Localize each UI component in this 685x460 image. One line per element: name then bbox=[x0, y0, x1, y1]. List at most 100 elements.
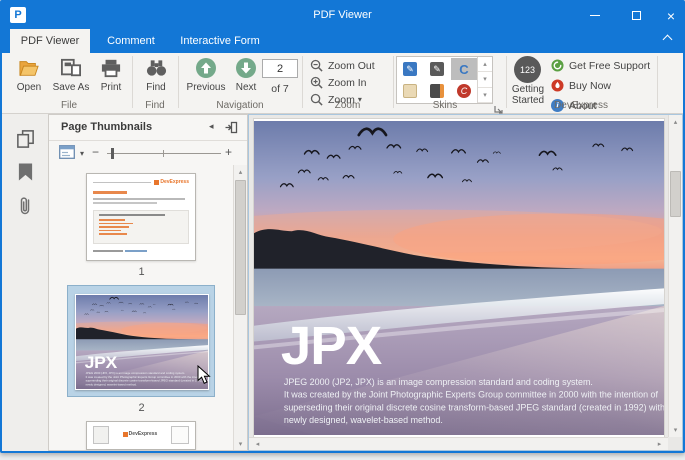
dialog-launcher-icon bbox=[494, 105, 503, 114]
support-icon bbox=[550, 59, 565, 73]
zoom-out-button[interactable]: Zoom Out bbox=[309, 57, 375, 74]
beach-page-image bbox=[254, 121, 664, 435]
page-1-label: 1 bbox=[49, 266, 234, 278]
panel-dock-button[interactable] bbox=[225, 121, 238, 139]
open-button[interactable]: Open bbox=[10, 55, 48, 99]
bookmarks-pane-button[interactable] bbox=[13, 160, 37, 184]
panel-collapse-button[interactable]: ◂ bbox=[209, 121, 214, 132]
group-separator bbox=[657, 56, 658, 108]
collapse-ribbon-button[interactable] bbox=[664, 36, 673, 45]
ribbon: Open Save As Print File Find Find Previo… bbox=[2, 53, 683, 114]
save-as-icon bbox=[60, 56, 82, 80]
scroll-up-icon[interactable]: ▴ bbox=[669, 115, 682, 128]
panel-toolbar: ▾ − + bbox=[49, 141, 247, 165]
close-button[interactable]: × bbox=[655, 2, 685, 29]
previous-button[interactable]: Previous bbox=[182, 55, 230, 99]
panel-scroll-thumb[interactable] bbox=[235, 180, 246, 315]
gallery-down-button[interactable]: ▾ bbox=[478, 72, 492, 87]
document-viewer: ▴ ▾ ◂ ▸ bbox=[248, 114, 683, 451]
tab-pdf-viewer[interactable]: PDF Viewer bbox=[10, 29, 90, 53]
gallery-scroll: ▴ ▾ ▾ bbox=[477, 57, 492, 103]
document-page[interactable] bbox=[253, 118, 665, 438]
gallery-up-button[interactable]: ▴ bbox=[478, 57, 492, 72]
zoom-group-label: Zoom bbox=[302, 100, 393, 111]
viewer-horizontal-scrollbar[interactable]: ◂ ▸ bbox=[249, 437, 668, 450]
skin-selected-icon: C bbox=[459, 62, 468, 77]
page-2-image bbox=[75, 294, 209, 390]
chevron-up-icon bbox=[663, 35, 673, 45]
page1-links-box bbox=[93, 210, 189, 244]
maximize-icon bbox=[632, 11, 641, 20]
skin-option-1[interactable]: ✎ bbox=[397, 58, 423, 80]
options-caret-icon[interactable]: ▾ bbox=[80, 149, 84, 158]
scroll-down-icon[interactable]: ▾ bbox=[234, 437, 247, 450]
skin-cube-icon bbox=[430, 84, 444, 98]
title-bar[interactable]: P PDF Viewer × bbox=[2, 2, 683, 29]
scroll-up-icon[interactable]: ▴ bbox=[234, 165, 247, 178]
tab-interactive-form[interactable]: Interactive Form bbox=[172, 29, 268, 53]
navigation-group-label: Navigation bbox=[178, 100, 302, 111]
page-thumbnails-panel: Page Thumbnails ◂ ▾ − + bbox=[48, 114, 248, 451]
print-button[interactable]: Print bbox=[94, 55, 128, 99]
previous-up-arrow-icon bbox=[195, 56, 217, 80]
skin-option-6[interactable]: C bbox=[451, 80, 477, 102]
thumbnail-zoom-out-button[interactable]: − bbox=[92, 145, 99, 159]
maximize-button[interactable] bbox=[620, 2, 652, 29]
viewer-scroll-thumb[interactable] bbox=[670, 171, 681, 217]
page3-logo: DevExpress bbox=[123, 431, 158, 437]
devexpress-logo-icon bbox=[123, 432, 128, 437]
print-icon bbox=[100, 56, 122, 80]
slider-handle[interactable] bbox=[111, 148, 114, 159]
thumbnail-zoom-in-button[interactable]: + bbox=[225, 145, 232, 159]
options-grid-icon bbox=[59, 145, 75, 159]
getting-started-button[interactable]: 123 bbox=[514, 56, 541, 83]
devexpress-logo-text: DevExpress bbox=[160, 179, 189, 185]
skin-tan-icon bbox=[403, 84, 417, 98]
skin-option-4[interactable] bbox=[397, 80, 423, 102]
viewer-vertical-scrollbar[interactable]: ▴ ▾ bbox=[668, 115, 682, 437]
buy-now-icon bbox=[550, 79, 565, 93]
panel-scrollbar[interactable]: ▴ ▾ bbox=[233, 165, 247, 450]
navigation-pane-strip bbox=[2, 114, 48, 451]
skin-option-2[interactable]: ✎ bbox=[424, 58, 450, 80]
skin-dark-icon: ✎ bbox=[430, 62, 444, 76]
minimize-button[interactable] bbox=[579, 2, 611, 29]
buy-now-button[interactable]: Buy Now bbox=[550, 77, 611, 94]
body-area: Page Thumbnails ◂ ▾ − + bbox=[2, 114, 683, 451]
panel-header: Page Thumbnails ◂ bbox=[49, 115, 247, 141]
binoculars-icon bbox=[145, 56, 168, 80]
skin-option-5[interactable] bbox=[424, 80, 450, 102]
ribbon-tab-row: PDF Viewer Comment Interactive Form bbox=[2, 29, 683, 53]
open-folder-icon bbox=[18, 56, 40, 80]
thumbnail-page-2-selected[interactable] bbox=[67, 285, 215, 397]
thumbnail-page-3[interactable]: DevExpress bbox=[86, 421, 196, 450]
thumbnail-options-button[interactable] bbox=[59, 145, 75, 164]
minimize-icon bbox=[590, 15, 600, 17]
zoom-out-icon bbox=[309, 59, 324, 73]
save-as-button[interactable]: Save As bbox=[50, 55, 92, 99]
thumbnail-list: DevExpress bbox=[49, 165, 234, 450]
dock-icon bbox=[225, 121, 238, 134]
page-thumbnails-pane-button[interactable] bbox=[13, 126, 37, 150]
page-count-label: of 7 bbox=[256, 83, 304, 95]
scroll-left-icon[interactable]: ◂ bbox=[251, 438, 264, 451]
close-icon: × bbox=[667, 9, 675, 23]
devexpress-logo-icon bbox=[154, 180, 159, 185]
page-number-input[interactable] bbox=[262, 59, 298, 78]
find-group-label: Find bbox=[132, 100, 178, 111]
thumbnail-size-slider[interactable] bbox=[107, 153, 221, 154]
get-free-support-button[interactable]: Get Free Support bbox=[550, 57, 650, 74]
tab-comment[interactable]: Comment bbox=[98, 29, 164, 53]
thumbnail-page-1[interactable]: DevExpress bbox=[86, 173, 196, 261]
zoom-in-button[interactable]: Zoom In bbox=[309, 74, 367, 91]
devexpress-group-label: DevExpress bbox=[506, 100, 656, 111]
app-window: P PDF Viewer × PDF Viewer Comment Intera… bbox=[0, 0, 685, 453]
beach-thumbnail bbox=[76, 295, 208, 389]
skin-option-3-selected[interactable]: C bbox=[451, 58, 477, 80]
scroll-down-icon[interactable]: ▾ bbox=[669, 423, 682, 436]
paperclip-icon bbox=[18, 195, 32, 217]
getting-started-badge: 123 bbox=[520, 65, 535, 75]
find-button[interactable]: Find bbox=[136, 55, 176, 99]
scroll-right-icon[interactable]: ▸ bbox=[653, 438, 666, 451]
attachments-pane-button[interactable] bbox=[13, 194, 37, 218]
